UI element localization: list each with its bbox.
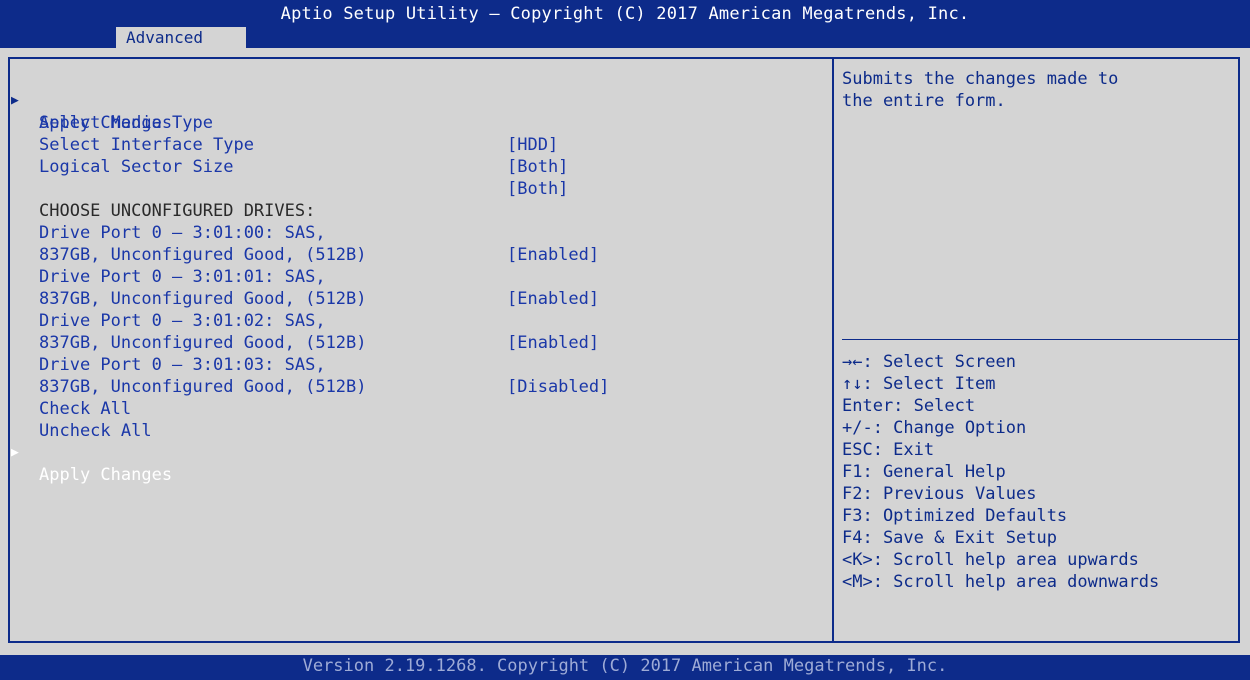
drive-port-0-value[interactable]: [Enabled] bbox=[507, 244, 599, 266]
drive-port-1-value[interactable]: [Enabled] bbox=[507, 288, 599, 310]
drive-port-0-row[interactable]: Drive Port 0 – 3:01:00: SAS, [Enabled] bbox=[0, 200, 599, 265]
triangle-right-icon: ▶ bbox=[11, 445, 19, 460]
help-description-line: Submits the changes made to bbox=[842, 69, 1119, 89]
panel-divider bbox=[832, 57, 834, 643]
status-bar: Version 2.19.1268. Copyright (C) 2017 Am… bbox=[0, 655, 1250, 680]
drive-port-2-details: 837GB, Unconfigured Good, (512B) bbox=[39, 333, 367, 353]
key-hint: F4: Save & Exit Setup bbox=[842, 528, 1057, 548]
check-all[interactable]: Check All bbox=[0, 376, 131, 419]
drive-port-1-details: 837GB, Unconfigured Good, (512B) bbox=[39, 289, 367, 309]
select-media-type[interactable]: Select Media Type [HDD] bbox=[0, 90, 558, 155]
key-hint: ↑↓: Select Item bbox=[842, 374, 996, 394]
key-hint: <M>: Scroll help area downwards bbox=[842, 572, 1160, 592]
drive-port-2-value[interactable]: [Enabled] bbox=[507, 332, 599, 354]
drive-port-0-details: 837GB, Unconfigured Good, (512B) bbox=[39, 245, 367, 265]
key-hint: <K>: Scroll help area upwards bbox=[842, 550, 1139, 570]
uncheck-all[interactable]: Uncheck All bbox=[0, 398, 152, 441]
apply-changes-top[interactable]: ▶ Apply Changes bbox=[0, 68, 172, 133]
key-hint: →←: Select Screen bbox=[842, 352, 1016, 372]
media-type-value[interactable]: [HDD] bbox=[507, 134, 558, 156]
help-description-line: the entire form. bbox=[842, 91, 1006, 111]
drive-port-2-row[interactable]: Drive Port 0 – 3:01:02: SAS, [Enabled] bbox=[0, 288, 599, 353]
sector-size-value[interactable]: [Both] bbox=[507, 178, 568, 200]
key-hint: F1: General Help bbox=[842, 462, 1006, 482]
drive-port-1-row[interactable]: Drive Port 0 – 3:01:01: SAS, [Enabled] bbox=[0, 244, 599, 309]
drive-port-3-details: 837GB, Unconfigured Good, (512B) bbox=[39, 377, 367, 397]
select-interface-type[interactable]: Select Interface Type [Both] bbox=[0, 112, 568, 177]
section-heading: CHOOSE UNCONFIGURED DRIVES: bbox=[39, 201, 316, 221]
key-hint: +/-: Change Option bbox=[842, 418, 1027, 438]
app-title: Aptio Setup Utility – Copyright (C) 2017… bbox=[280, 4, 970, 24]
tab-advanced[interactable]: Advanced bbox=[116, 27, 246, 48]
logical-sector-size[interactable]: Logical Sector Size [Both] bbox=[0, 134, 568, 199]
interface-type-value[interactable]: [Both] bbox=[507, 156, 568, 178]
drive-port-3-value[interactable]: [Disabled] bbox=[507, 376, 609, 398]
key-hint: Enter: Select bbox=[842, 396, 976, 416]
title-bar: Aptio Setup Utility – Copyright (C) 2017… bbox=[0, 0, 1250, 48]
drive-port-3-row[interactable]: Drive Port 0 – 3:01:03: SAS, [Disabled] bbox=[0, 332, 609, 397]
apply-changes-bottom[interactable]: ▶ Apply Changes bbox=[0, 420, 172, 485]
key-hint: F3: Optimized Defaults bbox=[842, 506, 1068, 526]
key-hint: ESC: Exit bbox=[842, 440, 935, 460]
version-text: Version 2.19.1268. Copyright (C) 2017 Am… bbox=[302, 656, 948, 676]
help-divider bbox=[842, 339, 1238, 340]
key-hint: F2: Previous Values bbox=[842, 484, 1037, 504]
